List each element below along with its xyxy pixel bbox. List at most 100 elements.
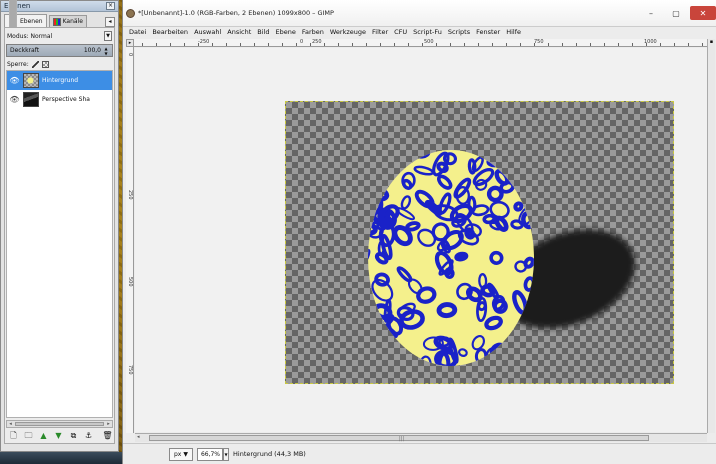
pattern-blob (368, 194, 384, 215)
unit-select[interactable]: px ▼ (169, 447, 193, 461)
layers-panel: Modus: Normal ▼ Deckkraft 100,0 ▲ ▼ Sperr… (4, 27, 115, 444)
mode-row: Modus: Normal ▼ (5, 30, 114, 42)
eye-icon[interactable]: 👁 (9, 76, 20, 85)
menu-item-filter[interactable]: Filter (372, 28, 388, 36)
tab-layers[interactable]: Ebenen (4, 0, 47, 196)
scroll-left-icon[interactable]: ◂ (137, 434, 140, 440)
tab-channels[interactable]: Kanäle (48, 15, 87, 27)
tab-menu-icon[interactable]: ◂ (105, 17, 115, 27)
chevron-down-icon: ▼ (183, 450, 188, 458)
dock-title: Ebenen (4, 2, 31, 10)
ruler-tick (478, 43, 479, 46)
layers-horizontal-scrollbar[interactable]: ◂ ▸ (6, 420, 113, 428)
ruler-corner-icon[interactable]: ▸ (126, 39, 134, 47)
duplicate-layer-icon[interactable]: ⧉ (68, 430, 79, 441)
pattern-blob (368, 179, 376, 198)
lower-layer-icon[interactable]: ▼ (53, 430, 64, 441)
pattern-blob (519, 150, 534, 155)
menu-item-bild[interactable]: Bild (257, 28, 269, 36)
opacity-slider[interactable]: Deckkraft 100,0 ▲ ▼ (6, 44, 113, 57)
layer-group-icon[interactable]: 🗀 (23, 430, 34, 441)
ruler-tick (142, 43, 143, 46)
ruler-tick (674, 43, 675, 46)
ruler-tick (226, 43, 227, 46)
canvas-area[interactable] (135, 48, 709, 432)
layers-dock: Ebenen × Ebenen Kanäle ◂ Modus: Normal ▼… (0, 0, 119, 452)
ruler-tick (324, 43, 325, 46)
pattern-blob (502, 354, 516, 366)
ruler-tick (366, 43, 367, 46)
menu-item-werkzeuge[interactable]: Werkzeuge (330, 28, 366, 36)
lock-row: Sperre: (5, 59, 114, 69)
menu-item-auswahl[interactable]: Auswahl (194, 28, 221, 36)
chevron-down-icon[interactable]: ▼ (223, 447, 229, 461)
menu-item-hilfe[interactable]: Hilfe (506, 28, 521, 36)
channels-tab-icon (52, 17, 61, 26)
menu-item-farben[interactable]: Farben (302, 28, 324, 36)
window-titlebar[interactable]: *[Unbenannt]-1.0 (RGB-Farben, 2 Ebenen) … (123, 0, 716, 27)
dock-titlebar[interactable]: Ebenen × (1, 1, 118, 12)
layer-tools: 🗋 🗀 ▲ ▼ ⧉ ⚓ 🗑 (8, 430, 113, 441)
new-layer-icon[interactable]: 🗋 (8, 430, 19, 441)
ruler-tick (688, 43, 689, 46)
raise-layer-icon[interactable]: ▲ (38, 430, 49, 441)
ruler-top-label: 750 (534, 39, 544, 45)
layer-row-perspective-shadow[interactable]: 👁 Perspective Sha (7, 90, 112, 109)
menu-item-scripts[interactable]: Scripts (448, 28, 470, 36)
dock-tabs: Ebenen Kanäle ◂ (1, 0, 118, 196)
layer-name: Hintergrund (42, 77, 79, 84)
horizontal-ruler[interactable]: -250 0 250 500 750 1000 (134, 39, 707, 47)
ruler-tick (212, 43, 213, 46)
mode-select[interactable]: Modus: Normal (7, 33, 104, 40)
layer-list: 👁 Hintergrund 👁 Perspective Sha (6, 70, 113, 418)
vertical-scrollbar[interactable]: ▪ (707, 39, 715, 433)
pattern-blob (454, 251, 469, 262)
menu-item-cfu[interactable]: CFU (394, 28, 407, 36)
ruler-top-label: 500 (424, 39, 434, 45)
menu-item-ebene[interactable]: Ebene (275, 28, 295, 36)
pattern-blob (370, 348, 389, 362)
anchor-layer-icon[interactable]: ⚓ (83, 430, 94, 441)
pattern-blob (376, 337, 390, 350)
delete-layer-icon[interactable]: 🗑 (102, 430, 113, 441)
pattern-blob (373, 156, 387, 169)
menu-item-ansicht[interactable]: Ansicht (227, 28, 251, 36)
tab-layers-label: Ebenen (20, 17, 43, 25)
lock-pixels-icon[interactable] (31, 60, 39, 68)
pattern-blob (374, 174, 387, 193)
ruler-tick (562, 43, 563, 46)
tab-channels-label: Kanäle (62, 18, 83, 25)
ruler-tick (310, 43, 311, 46)
ruler-tick (240, 43, 241, 46)
layer-row-hintergrund[interactable]: 👁 Hintergrund (7, 71, 112, 90)
minimize-icon[interactable]: – (640, 6, 662, 20)
image-window: *[Unbenannt]-1.0 (RGB-Farben, 2 Ebenen) … (122, 0, 716, 464)
close-icon[interactable]: ✕ (690, 6, 716, 20)
menu-item-bearbeiten[interactable]: Bearbeiten (152, 28, 188, 36)
navigate-icon[interactable]: ▪ (708, 39, 715, 47)
vertical-ruler[interactable]: 0 250 500 750 (126, 47, 134, 433)
image-canvas[interactable] (285, 101, 674, 384)
ruler-top-label: 250 (312, 39, 322, 45)
menu-item-datei[interactable]: Datei (129, 28, 146, 36)
chevron-down-icon[interactable]: ▼ (104, 31, 112, 41)
zoom-field[interactable]: 66,7% (197, 447, 223, 461)
scrollbar-thumb[interactable]: ||| (149, 435, 649, 442)
menu-item-fenster[interactable]: Fenster (476, 28, 500, 36)
layer-name: Perspective Sha (42, 96, 90, 103)
scroll-right-icon[interactable]: ▸ (105, 421, 112, 427)
spin-arrows-icon[interactable]: ▲ ▼ (103, 46, 109, 56)
close-icon[interactable]: × (106, 2, 115, 10)
menu-item-script-fu[interactable]: Script-Fu (413, 28, 442, 36)
pattern-blob (371, 150, 389, 161)
eye-icon[interactable]: 👁 (9, 95, 20, 104)
ruler-tick (646, 43, 647, 46)
lock-alpha-icon[interactable] (41, 60, 49, 68)
pattern-blob (371, 187, 390, 202)
scroll-left-icon[interactable]: ◂ (7, 421, 14, 427)
scrollbar-thumb[interactable] (15, 422, 104, 426)
grip-icon: ||| (399, 436, 405, 442)
horizontal-scrollbar[interactable]: ◂ ||| (135, 433, 707, 442)
maximize-icon[interactable]: ▢ (665, 6, 687, 20)
image-content (368, 150, 636, 366)
